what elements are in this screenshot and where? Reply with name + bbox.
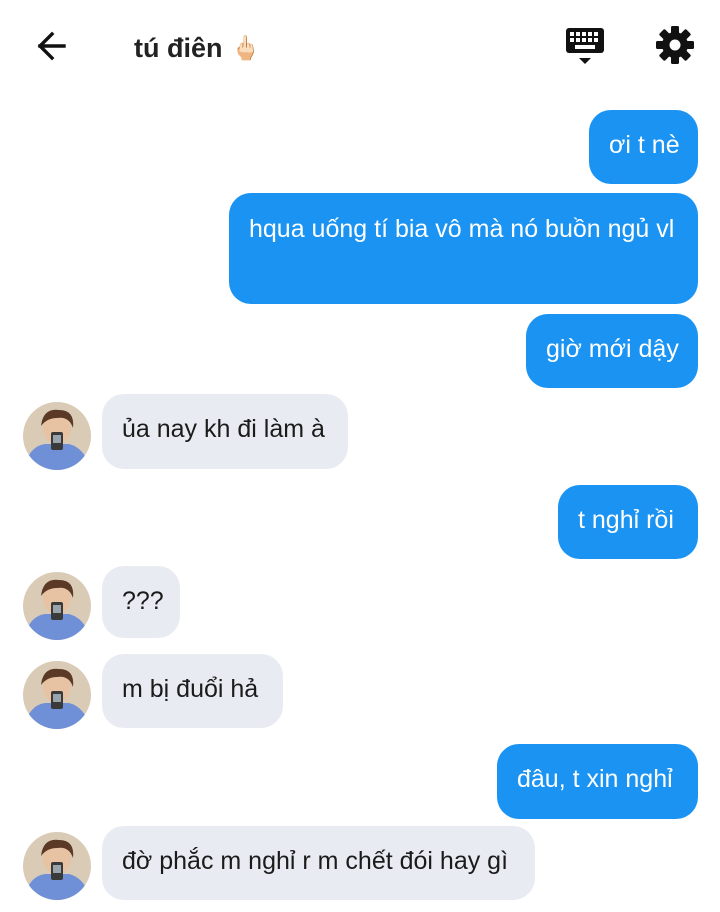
- avatar[interactable]: [23, 572, 91, 640]
- contact-name: tú điên: [134, 32, 223, 63]
- message-bubble-outgoing[interactable]: đâu, t xin nghỉ: [497, 744, 698, 819]
- message-bubble-outgoing[interactable]: giờ mới dậy: [526, 314, 698, 388]
- message-bubble-incoming[interactable]: đờ phắc m nghỉ r m chết đói hay gì: [102, 826, 535, 900]
- keyboard-icon: [566, 28, 604, 64]
- message-bubble-outgoing[interactable]: t nghỉ rồi: [558, 485, 698, 559]
- message-bubble-incoming[interactable]: ???: [102, 566, 180, 638]
- gear-icon: [656, 26, 694, 64]
- settings-button[interactable]: [652, 22, 698, 68]
- back-button[interactable]: [26, 24, 78, 68]
- avatar[interactable]: [23, 661, 91, 729]
- chat-screen: tú điên 🖕🏻 ơi t nè hqua uống tí bia vô m…: [0, 0, 720, 912]
- avatar[interactable]: [23, 402, 91, 470]
- message-bubble-incoming[interactable]: m bị đuổi hả: [102, 654, 283, 728]
- message-bubble-incoming[interactable]: ủa nay kh đi làm à: [102, 394, 348, 469]
- avatar-photo: [23, 832, 91, 900]
- avatar-photo: [23, 661, 91, 729]
- avatar-photo: [23, 402, 91, 470]
- message-bubble-outgoing[interactable]: ơi t nè: [589, 110, 698, 184]
- keyboard-button[interactable]: [562, 24, 608, 68]
- chat-header: tú điên 🖕🏻: [0, 0, 720, 92]
- message-bubble-outgoing[interactable]: hqua uống tí bia vô mà nó buồn ngủ vl: [229, 193, 698, 304]
- avatar[interactable]: [23, 832, 91, 900]
- arrow-left-icon: [37, 31, 66, 61]
- avatar-photo: [23, 572, 91, 640]
- title-emoji: 🖕🏻: [230, 34, 261, 62]
- conversation-title[interactable]: tú điên 🖕🏻: [134, 28, 260, 68]
